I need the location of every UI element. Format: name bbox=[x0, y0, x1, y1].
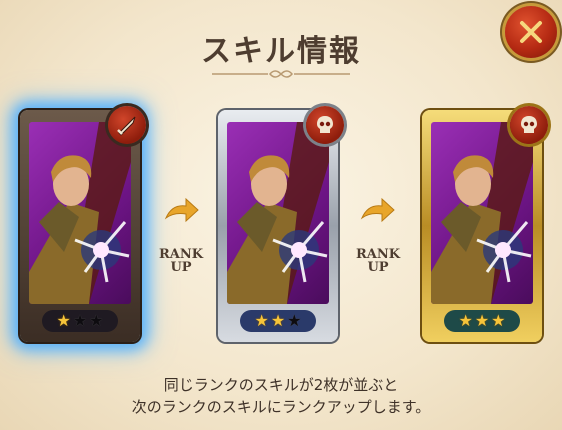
description-line-2: 次のランクのスキルにランクアップします。 bbox=[131, 398, 431, 416]
star-empty-icon: ★ bbox=[89, 311, 104, 330]
close-x-icon bbox=[520, 21, 542, 43]
skill-card-rank3[interactable]: ★ ★ ★ bbox=[422, 106, 548, 342]
star-filled-icon: ★ bbox=[270, 311, 286, 330]
description-text: 同じランクのスキルが2枚が並ぶと 次のランクのスキルにランクアップします。 bbox=[0, 374, 562, 418]
arrow-right-icon bbox=[164, 197, 199, 223]
star-filled-icon: ★ bbox=[254, 311, 269, 330]
skill-card-rank1[interactable]: ★ ★ ★ bbox=[20, 106, 146, 342]
dialog-title: スキル情報 bbox=[201, 34, 361, 69]
character-art bbox=[29, 122, 131, 304]
rank-stars: ★ ★ ★ bbox=[444, 310, 520, 332]
star-empty-icon: ★ bbox=[72, 311, 88, 330]
star-filled-icon: ★ bbox=[56, 311, 71, 330]
skull-icon bbox=[306, 106, 344, 144]
rank-stars: ★ ★ ★ bbox=[42, 310, 118, 332]
close-button[interactable] bbox=[505, 6, 557, 58]
character-art bbox=[431, 122, 533, 304]
arrow-right-icon bbox=[360, 197, 395, 223]
skill-card-rank2[interactable]: ★ ★ ★ bbox=[218, 106, 344, 342]
sword-icon bbox=[108, 106, 146, 144]
title-ornament bbox=[212, 70, 350, 78]
star-filled-icon: ★ bbox=[458, 311, 473, 330]
skull-icon bbox=[510, 106, 548, 144]
rank-stars: ★ ★ ★ bbox=[240, 310, 316, 332]
star-filled-icon: ★ bbox=[491, 311, 506, 330]
character-art bbox=[227, 122, 329, 304]
rank-up-label: RANK UP bbox=[158, 247, 204, 275]
star-empty-icon: ★ bbox=[287, 311, 302, 330]
rank-up-label: RANK UP bbox=[355, 247, 401, 275]
star-filled-icon: ★ bbox=[474, 311, 490, 330]
description-line-1: 同じランクのスキルが2枚が並ぶと bbox=[163, 376, 399, 394]
